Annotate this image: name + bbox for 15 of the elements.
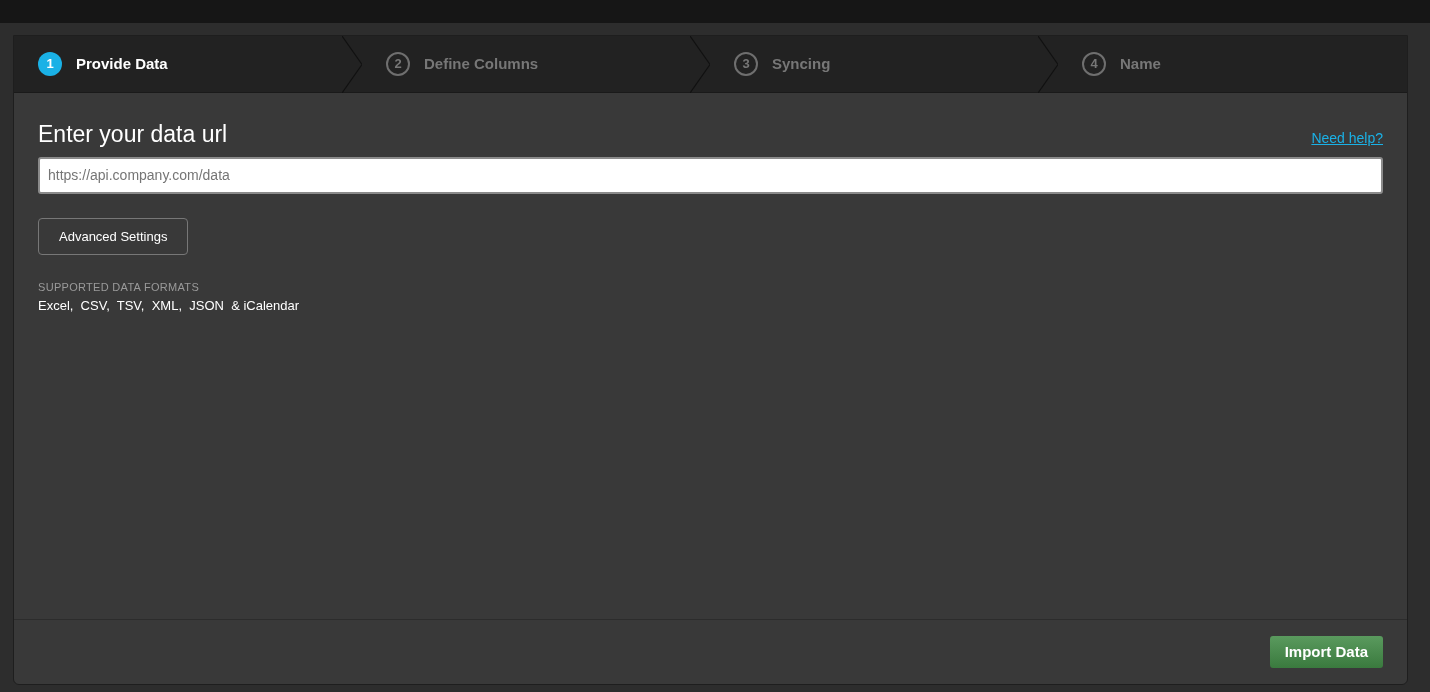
step-label: Provide Data	[76, 53, 168, 74]
help-link[interactable]: Need help?	[1311, 127, 1383, 149]
step-label: Syncing	[772, 53, 831, 74]
step-number: 1	[38, 52, 62, 76]
formats-caption: SUPPORTED DATA FORMATS	[38, 280, 201, 296]
step-number: 4	[1082, 52, 1106, 76]
advanced-settings-button[interactable]: Advanced Settings	[38, 217, 189, 256]
step-number: 2	[386, 52, 410, 76]
step-label: Define Columns	[424, 53, 539, 74]
formats-list: Excel, CSV, TSV, XML, JSON & iCalendar	[38, 295, 1383, 316]
import-data-button[interactable]: Import Data	[1269, 635, 1383, 669]
step-label: Name	[1120, 53, 1161, 74]
url-input-field[interactable]: https://api.company.com/data	[38, 156, 1383, 194]
step-number: 3	[734, 52, 758, 76]
heading: Enter your data url	[38, 121, 228, 149]
